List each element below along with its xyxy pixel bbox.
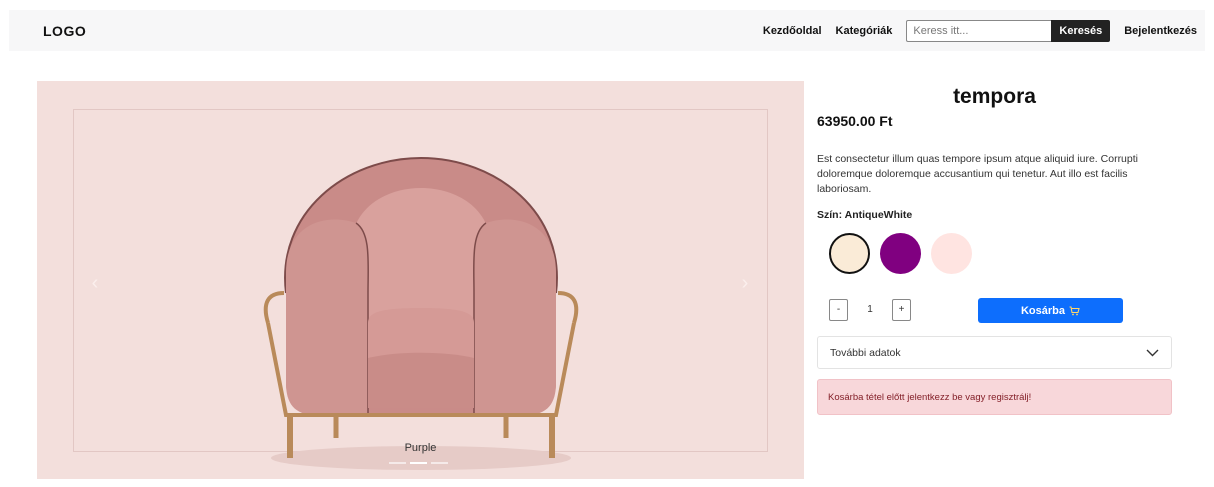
- nav-link-home[interactable]: Kezdőoldal: [763, 25, 822, 37]
- chevron-down-icon: [1146, 349, 1159, 356]
- product-description: Est consectetur illum quas tempore ipsum…: [817, 153, 1138, 195]
- add-to-cart-button[interactable]: Kosárba: [978, 298, 1123, 323]
- product-carousel: ‹ › Purple: [37, 81, 804, 479]
- product-title: tempora: [953, 85, 1036, 108]
- product-price: 63950.00 Ft: [817, 113, 893, 129]
- nav-right: Kezdőoldal Kategóriák Keresés Bejelentke…: [763, 10, 1197, 51]
- cart-icon: [1069, 305, 1080, 315]
- accordion-label: További adatok: [830, 346, 901, 359]
- search-button[interactable]: Keresés: [1051, 19, 1111, 42]
- carousel-indicator[interactable]: [389, 462, 406, 464]
- quantity-input[interactable]: [848, 299, 892, 321]
- swatch-purple[interactable]: [880, 233, 921, 274]
- logo[interactable]: LOGO: [43, 23, 86, 39]
- alert-text: Kosárba tétel előtt jelentkezz be vagy r…: [828, 391, 1032, 403]
- swatch-antiquewhite[interactable]: [829, 233, 870, 274]
- carousel-indicator[interactable]: [410, 462, 427, 464]
- add-to-cart-label: Kosárba: [1020, 304, 1066, 317]
- more-details-accordion[interactable]: További adatok: [817, 336, 1172, 369]
- swatch-mistyrose[interactable]: [931, 233, 972, 274]
- search-form: Keresés: [906, 19, 1111, 42]
- carousel-indicators: [389, 462, 448, 464]
- quantity-decrease-button[interactable]: -: [829, 299, 848, 321]
- login-link[interactable]: Bejelentkezés: [1124, 25, 1197, 37]
- quantity-increase-button[interactable]: +: [892, 299, 911, 321]
- carousel-indicator[interactable]: [431, 462, 448, 464]
- quantity-stepper: - +: [829, 299, 911, 321]
- search-input[interactable]: [906, 19, 1052, 42]
- carousel-caption: Purple: [404, 442, 437, 454]
- carousel-prev-icon[interactable]: ‹: [85, 271, 105, 295]
- armchair-image: [263, 156, 579, 470]
- login-required-alert: Kosárba tétel előtt jelentkezz be vagy r…: [817, 379, 1172, 415]
- navbar: LOGO Kezdőoldal Kategóriák Keresés Bejel…: [9, 10, 1205, 51]
- color-label: Szín: AntiqueWhite: [817, 209, 913, 221]
- color-swatches: [829, 233, 972, 274]
- carousel-next-icon[interactable]: ›: [735, 271, 755, 295]
- nav-link-categories[interactable]: Kategóriák: [836, 25, 893, 37]
